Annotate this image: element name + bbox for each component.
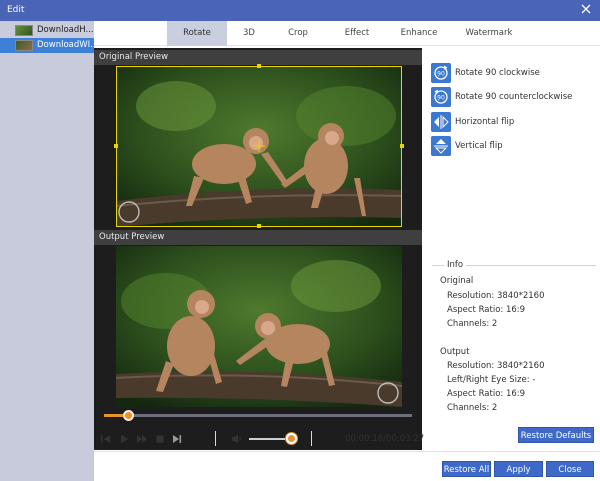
time-display: 00:00:16/00:03:27: [345, 434, 425, 444]
output-eye-size: Left/Right Eye Size: -: [447, 375, 536, 385]
crop-handle[interactable]: [257, 64, 261, 68]
tab-enhance[interactable]: Enhance: [394, 21, 444, 46]
horizontal-flip-icon: [431, 112, 451, 132]
close-icon[interactable]: [580, 3, 592, 15]
output-preview-label: Output Preview: [94, 230, 422, 245]
horizontal-flip-label: Horizontal flip: [455, 117, 515, 127]
seek-bar[interactable]: [104, 414, 412, 417]
original-heading: Original: [440, 276, 474, 286]
rotate-counterclockwise-label: Rotate 90 counterclockwise: [455, 92, 573, 102]
file-name: DownloadWI...: [37, 40, 94, 50]
close-button[interactable]: Close: [546, 461, 594, 477]
volume-icon[interactable]: [231, 433, 243, 445]
stop-icon[interactable]: [154, 433, 166, 445]
rotate-counterclockwise-icon: 90: [431, 87, 451, 107]
crosshair-icon: [253, 140, 265, 152]
file-thumbnail: [15, 40, 33, 51]
original-channels: Channels: 2: [447, 319, 498, 329]
control-divider: [215, 431, 216, 446]
crop-handle[interactable]: [114, 144, 118, 148]
original-resolution: Resolution: 3840*2160: [447, 291, 545, 301]
file-item-selected[interactable]: DownloadWI...: [0, 38, 94, 53]
output-aspect-ratio: Aspect Ratio: 16:9: [447, 389, 526, 399]
output-resolution: Resolution: 3840*2160: [447, 361, 545, 371]
crop-handle[interactable]: [400, 144, 404, 148]
vertical-flip-label: Vertical flip: [455, 141, 503, 151]
info-legend: Info: [444, 260, 467, 270]
next-frame-icon[interactable]: [171, 433, 183, 445]
output-channels: Channels: 2: [447, 403, 498, 413]
tab-watermark[interactable]: Watermark: [459, 21, 519, 46]
window-title: Edit: [7, 5, 25, 15]
file-name: DownloadH...: [37, 25, 94, 35]
crop-handle[interactable]: [257, 224, 261, 228]
play-icon[interactable]: [118, 433, 130, 445]
fast-forward-icon[interactable]: [136, 433, 148, 445]
tab-rotate[interactable]: Rotate: [167, 21, 227, 46]
output-heading: Output: [440, 347, 470, 357]
control-divider: [311, 431, 312, 446]
original-preview-label: Original Preview: [94, 50, 422, 65]
file-thumbnail: [15, 25, 33, 36]
apply-button[interactable]: Apply: [494, 461, 543, 477]
tab-3d[interactable]: 3D: [229, 21, 269, 46]
rotate-clockwise-icon: 90: [431, 63, 451, 83]
original-aspect-ratio: Aspect Ratio: 16:9: [447, 305, 526, 315]
file-item[interactable]: DownloadH...: [0, 23, 94, 38]
restore-defaults-button[interactable]: Restore Defaults: [518, 427, 594, 443]
restore-all-button[interactable]: Restore All: [442, 461, 491, 477]
skip-back-icon[interactable]: [100, 433, 112, 445]
vertical-flip-icon: [431, 136, 451, 156]
tab-bar: Rotate 3D Crop Effect Enhance Watermark: [94, 21, 600, 46]
svg-text:90: 90: [437, 71, 445, 78]
tab-effect[interactable]: Effect: [337, 21, 377, 46]
footer-divider: [94, 451, 600, 452]
svg-text:90: 90: [437, 95, 445, 102]
file-list: DownloadH... DownloadWI...: [0, 21, 94, 481]
output-preview-image: [116, 246, 402, 407]
rotate-clockwise-label: Rotate 90 clockwise: [455, 68, 540, 78]
tab-crop[interactable]: Crop: [278, 21, 318, 46]
volume-handle[interactable]: [286, 433, 297, 444]
title-bar: Edit: [0, 0, 600, 21]
